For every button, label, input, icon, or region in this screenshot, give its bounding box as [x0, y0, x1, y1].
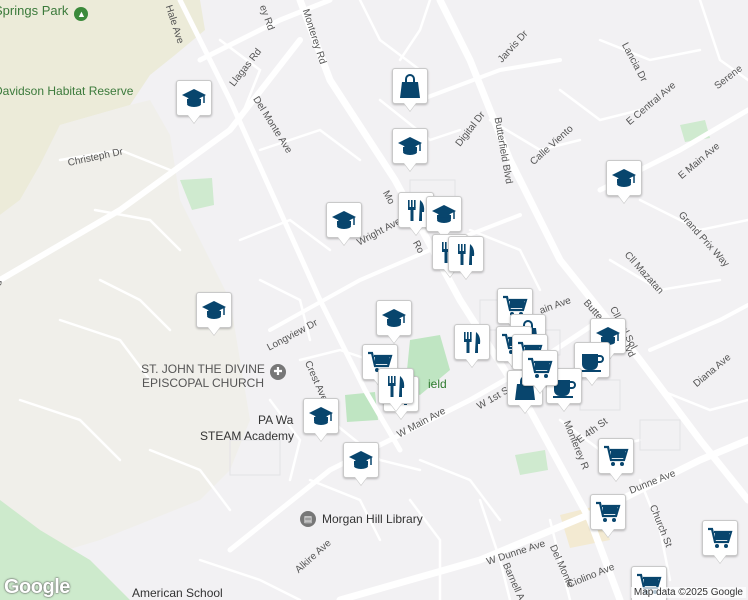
school-icon — [309, 407, 333, 425]
school-marker[interactable] — [606, 160, 642, 196]
school-marker[interactable] — [392, 128, 428, 164]
school-marker[interactable] — [326, 202, 362, 238]
restaurant-marker[interactable] — [448, 236, 484, 272]
school-icon — [382, 309, 406, 327]
school-icon — [612, 169, 636, 187]
place-name: Davidson Habitat Reserve — [0, 84, 134, 98]
place-label[interactable]: American School — [132, 586, 223, 600]
shopping-marker[interactable] — [392, 68, 428, 104]
school-icon — [332, 211, 356, 229]
place-label[interactable]: ield — [428, 377, 447, 391]
place-name: ield — [428, 377, 447, 391]
school-icon — [398, 137, 422, 155]
school-icon — [182, 89, 206, 107]
cafe-icon — [581, 354, 604, 372]
shopping-marker[interactable] — [598, 438, 634, 474]
school-marker[interactable] — [426, 196, 462, 232]
place-name: American School — [132, 586, 223, 600]
park-small-1 — [180, 178, 214, 210]
school-marker[interactable] — [303, 398, 339, 434]
shopping-icon — [400, 74, 420, 98]
place-label[interactable]: Springs Park ▲ — [0, 3, 89, 21]
restaurant-icon — [458, 244, 475, 265]
restaurant-marker[interactable] — [378, 368, 414, 404]
cart-icon — [596, 501, 621, 522]
park-small-4 — [515, 450, 548, 475]
school-icon — [432, 205, 456, 223]
shopping-marker[interactable] — [702, 520, 738, 556]
school-marker[interactable] — [376, 300, 412, 336]
shopping-marker[interactable] — [590, 494, 626, 530]
place-name: PA Wa — [258, 413, 294, 427]
map-attribution[interactable]: Map data ©2025 Google — [630, 587, 746, 598]
place-name: ST. JOHN THE DIVINE EPISCOPAL CHURCH — [141, 362, 265, 390]
school-marker[interactable] — [176, 80, 212, 116]
place-label[interactable]: PA Wa — [258, 413, 293, 427]
restaurant-icon — [388, 376, 405, 397]
place-name: Springs Park — [0, 3, 69, 18]
shopping-marker[interactable] — [522, 350, 558, 386]
school-icon — [349, 451, 373, 469]
school-marker[interactable] — [196, 292, 232, 328]
church-icon: ✚ — [270, 364, 286, 380]
library-icon: ▤ — [300, 511, 316, 527]
map-canvas[interactable]: Springs Park ▲ Davidson Habitat Reserve ST.… — [0, 0, 748, 600]
place-label[interactable]: STEAM Academy — [200, 429, 294, 443]
school-marker[interactable] — [343, 442, 379, 478]
place-name: Morgan Hill Library — [322, 512, 423, 526]
school-icon — [202, 301, 226, 319]
google-logo: Google — [4, 576, 70, 598]
restaurant-icon — [464, 332, 481, 353]
place-label[interactable]: ST. JOHN THE DIVINE EPISCOPAL CHURCH ✚ — [128, 362, 286, 390]
cart-icon — [528, 357, 553, 378]
cart-icon — [604, 445, 629, 466]
park-icon: ▲ — [74, 7, 89, 21]
place-name: STEAM Academy — [200, 429, 295, 443]
place-label[interactable]: Morgan Hill Library ▤ — [300, 511, 423, 527]
restaurant-marker[interactable] — [454, 324, 490, 360]
cart-icon — [708, 527, 733, 548]
place-label[interactable]: Davidson Habitat Reserve — [0, 84, 133, 98]
